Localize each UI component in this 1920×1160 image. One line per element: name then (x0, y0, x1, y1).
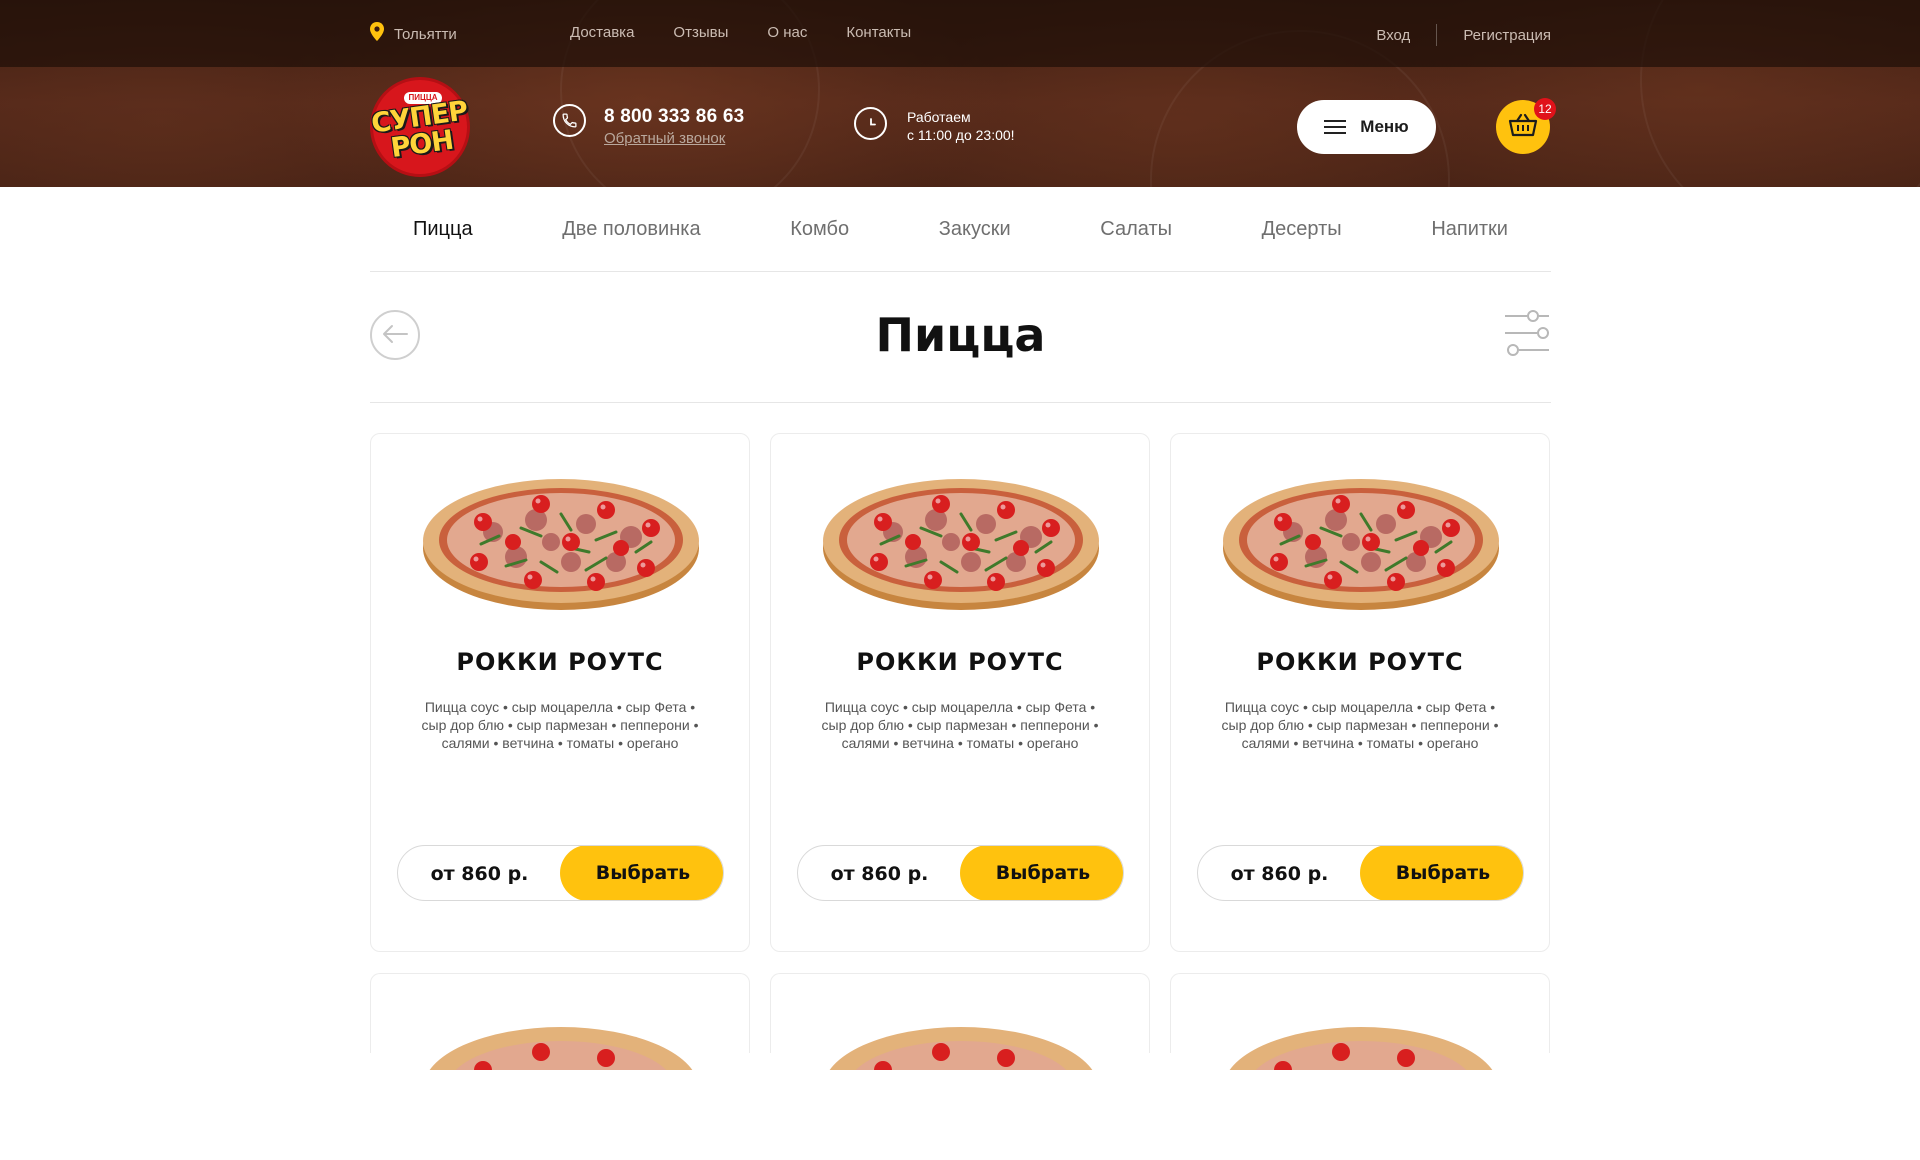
product-price: от 860 р. (1230, 863, 1329, 885)
category-tab-half-half[interactable]: Две половинка (562, 218, 700, 241)
product-card: РОККИ РОУТС Пицца соус • сыр моцарелла •… (770, 433, 1150, 952)
price-row: от 860 р. Выбрать (797, 845, 1124, 901)
price-row: от 860 р. Выбрать (1197, 845, 1524, 901)
city-name: Тольятти (394, 25, 457, 43)
category-tab-salads[interactable]: Салаты (1100, 218, 1172, 241)
filter-button[interactable] (1503, 308, 1551, 363)
product-card: РОККИ РОУТС Пицца соус • сыр моцарелла •… (1170, 433, 1550, 952)
pizza-image[interactable] (421, 1010, 701, 1160)
working-hours: Работаем с 11:00 до 23:00! (854, 107, 1015, 144)
product-card (370, 973, 750, 1151)
city-selector[interactable]: Тольятти (370, 21, 457, 47)
category-tab-desserts[interactable]: Десерты (1262, 218, 1342, 241)
page-title: Пицца (875, 308, 1046, 362)
hours-texts: Работаем с 11:00 до 23:00! (907, 108, 1015, 144)
pizza-image[interactable] (1221, 1010, 1501, 1160)
product-grid: РОККИ РОУТС Пицца соус • сыр моцарелла •… (370, 433, 1551, 1151)
nav-link-delivery[interactable]: Доставка (570, 24, 634, 41)
basket-icon (1508, 113, 1538, 142)
product-card: РОККИ РОУТС Пицца соус • сыр моцарелла •… (370, 433, 750, 952)
pizza-image[interactable] (421, 462, 701, 612)
product-name: РОККИ РОУТС (1256, 648, 1464, 676)
logo-wordmark: СУПЕР РОН (369, 95, 471, 165)
product-description: Пицца соус • сыр моцарелла • сыр Фета • … (1221, 699, 1499, 751)
phone-block: 8 800 333 86 63 Обратный звонок (553, 104, 744, 147)
nav-link-contacts[interactable]: Контакты (846, 24, 911, 41)
product-card (770, 973, 1150, 1151)
auth-links: Вход Регистрация (1376, 24, 1551, 46)
menu-button[interactable]: Меню (1297, 100, 1436, 154)
pizza-image[interactable] (821, 462, 1101, 612)
site-header: Тольятти Доставка Отзывы О нас Контакты … (0, 0, 1920, 187)
phone-icon (553, 104, 586, 137)
login-link[interactable]: Вход (1376, 27, 1410, 44)
product-price: от 860 р. (830, 863, 929, 885)
pizza-image[interactable] (1221, 462, 1501, 612)
sliders-icon (1503, 308, 1551, 363)
phone-texts: 8 800 333 86 63 Обратный звонок (604, 106, 744, 147)
choose-button[interactable]: Выбрать (560, 846, 723, 900)
auth-divider (1436, 24, 1438, 46)
top-nav: Доставка Отзывы О нас Контакты (570, 24, 950, 41)
site-logo[interactable]: ПИЦЦА СУПЕР РОН (369, 77, 471, 177)
product-card (1170, 973, 1550, 1151)
product-description: Пицца соус • сыр моцарелла • сыр Фета • … (421, 699, 699, 751)
callback-link[interactable]: Обратный звонок (604, 130, 744, 147)
product-price: от 860 р. (430, 863, 529, 885)
nav-link-about[interactable]: О нас (767, 24, 807, 41)
nav-link-reviews[interactable]: Отзывы (673, 24, 728, 41)
hamburger-icon (1324, 120, 1347, 134)
top-bar: Тольятти Доставка Отзывы О нас Контакты … (0, 0, 1920, 67)
category-tab-combo[interactable]: Комбо (790, 218, 849, 241)
choose-button[interactable]: Выбрать (1360, 846, 1523, 900)
page-heading-row: Пицца (370, 272, 1551, 403)
cart-button[interactable]: 12 (1496, 98, 1556, 154)
choose-button[interactable]: Выбрать (960, 846, 1123, 900)
back-button[interactable] (370, 310, 420, 360)
phone-number[interactable]: 8 800 333 86 63 (604, 106, 744, 128)
product-name: РОККИ РОУТС (456, 648, 664, 676)
clock-icon (854, 107, 887, 140)
category-nav: Пицца Две половинка Комбо Закуски Салаты… (370, 188, 1551, 272)
location-pin-icon (370, 22, 384, 46)
menu-button-label: Меню (1360, 117, 1409, 136)
category-tab-drinks[interactable]: Напитки (1431, 218, 1508, 241)
product-description: Пицца соус • сыр моцарелла • сыр Фета • … (821, 699, 1099, 751)
arrow-left-icon (381, 324, 409, 347)
hours-line-2: с 11:00 до 23:00! (907, 127, 1015, 143)
category-tab-pizza[interactable]: Пицца (413, 218, 473, 241)
hours-line-1: Работаем (907, 109, 971, 125)
cart-count-badge: 12 (1534, 98, 1556, 120)
category-tab-snacks[interactable]: Закуски (939, 218, 1011, 241)
product-name: РОККИ РОУТС (856, 648, 1064, 676)
price-row: от 860 р. Выбрать (397, 845, 724, 901)
pizza-image[interactable] (821, 1010, 1101, 1160)
register-link[interactable]: Регистрация (1463, 27, 1551, 44)
